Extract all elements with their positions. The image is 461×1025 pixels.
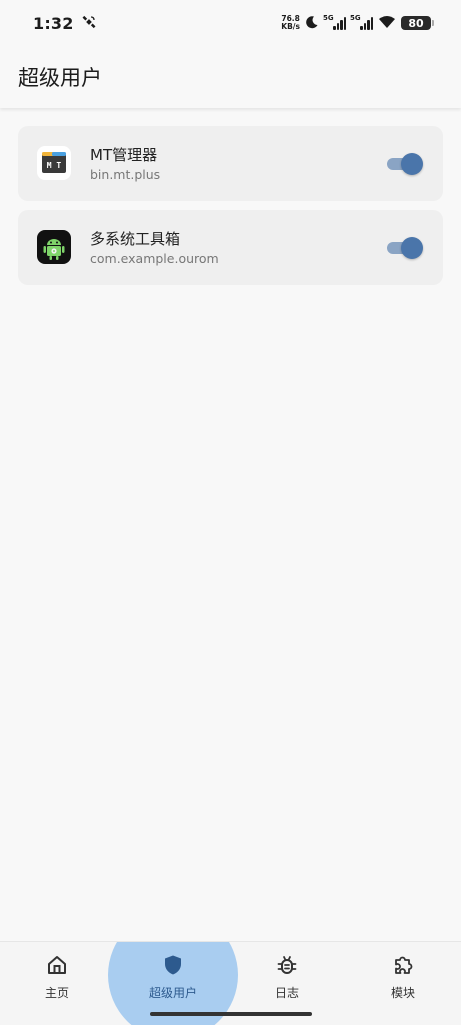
satellite-icon [82,14,96,33]
status-right: 76.8 KB/s 5G 5G 80 [281,14,434,33]
app-list-item[interactable]: 多系统工具箱 com.example.ourom [18,210,443,285]
battery-indicator: 80 [401,16,434,30]
sim1-label: 5G [323,14,334,22]
nav-label: 超级用户 [148,986,197,1000]
battery-level: 80 [408,16,424,30]
android-robot-icon [37,230,71,264]
superuser-toggle[interactable] [387,237,423,259]
superuser-toggle[interactable] [387,153,423,175]
signal-sim1-icon: 5G [323,14,346,30]
top-app-bar: 超级用户 [0,46,461,108]
nav-item-home[interactable]: 主页 [7,954,107,1001]
superuser-app-list: M T MT管理器 bin.mt.plus 多系统工具箱 com.example… [18,126,443,294]
svg-text:M T: M T [47,161,62,170]
nav-item-modules[interactable]: 模块 [353,954,453,1001]
sim2-label: 5G [350,14,361,22]
app-text-group: MT管理器 bin.mt.plus [90,145,160,184]
nav-item-logs[interactable]: 日志 [237,954,337,1001]
status-left: 1:32 [33,14,96,33]
nav-item-superuser[interactable]: 超级用户 [123,954,223,1001]
nav-label: 日志 [274,986,299,1000]
net-speed-unit: KB/s [281,22,300,31]
puzzle-icon [392,954,414,980]
wifi-icon [378,14,396,33]
app-list-item[interactable]: M T MT管理器 bin.mt.plus [18,126,443,201]
bug-icon [276,954,298,980]
status-bar: 1:32 76.8 KB/s 5G 5G 80 [0,0,461,46]
app-package: com.example.ourom [90,251,219,266]
page-title: 超级用户 [18,66,102,90]
moon-icon [305,14,319,33]
signal-sim2-icon: 5G [350,14,373,30]
app-package: bin.mt.plus [90,167,161,182]
toggle-thumb [401,153,423,175]
mt-manager-icon: M T [37,146,71,180]
nav-label: 模块 [390,986,415,1000]
toggle-thumb [401,237,423,259]
home-icon [46,954,68,980]
app-name: 多系统工具箱 [90,230,181,248]
clock: 1:32 [33,13,74,33]
gesture-navigation-handle[interactable] [150,1012,312,1016]
app-text-group: 多系统工具箱 com.example.ourom [90,229,219,268]
app-name: MT管理器 [90,146,158,164]
nav-label: 主页 [44,986,69,1000]
network-speed: 76.8 KB/s [281,15,300,31]
shield-icon [162,954,184,980]
